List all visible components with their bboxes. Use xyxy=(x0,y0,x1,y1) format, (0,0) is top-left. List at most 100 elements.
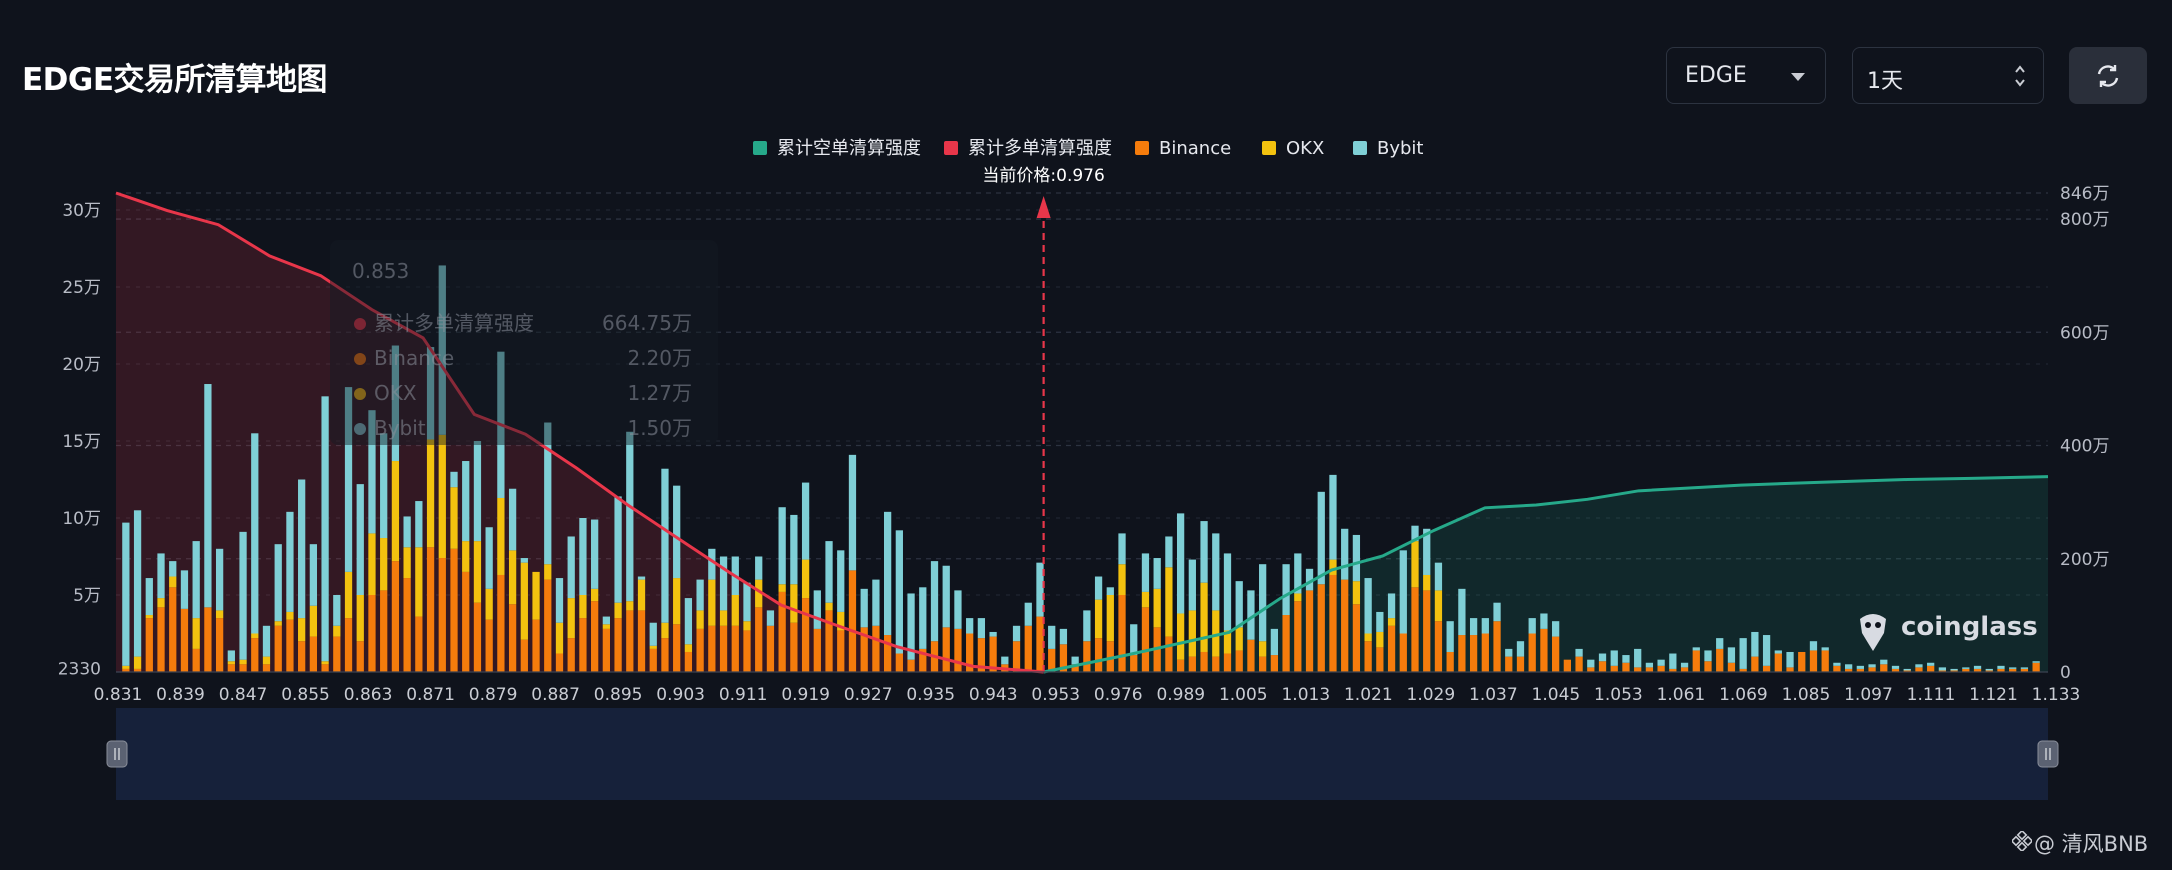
bar-binance xyxy=(1341,579,1349,672)
bar-binance xyxy=(415,616,423,672)
tooltip-dot xyxy=(354,388,366,400)
x-tick-label: 0.847 xyxy=(219,685,268,705)
bar-binance xyxy=(614,618,622,672)
bar-binance xyxy=(1505,656,1513,672)
x-tick-label: 1.029 xyxy=(1407,685,1456,705)
bar-bybit xyxy=(1973,665,1982,669)
x-tick-label: 0.831 xyxy=(94,685,143,705)
bar-okx xyxy=(239,659,247,665)
bar-bybit xyxy=(1434,562,1443,591)
bar-bybit xyxy=(1762,635,1771,666)
bar-bybit xyxy=(1329,474,1337,560)
bar-okx xyxy=(1329,559,1337,575)
bar-bybit xyxy=(1458,588,1466,636)
y-left-tick-label: 25万 xyxy=(62,278,101,298)
bar-binance xyxy=(719,625,728,672)
legend-label: 累计多单清算强度 xyxy=(968,138,1112,159)
bar-okx xyxy=(215,610,224,619)
scroller-handle-right xyxy=(2037,740,2059,768)
bar-binance xyxy=(1411,587,1419,672)
bar-binance xyxy=(1235,650,1243,672)
bar-okx xyxy=(661,622,669,639)
bar-bybit xyxy=(1083,610,1091,642)
bar-binance xyxy=(1012,641,1021,672)
bar-bybit xyxy=(1469,618,1478,636)
x-tick-label: 0.911 xyxy=(719,685,768,705)
bar-bybit xyxy=(1774,650,1782,654)
bar-bybit xyxy=(1141,553,1150,592)
bar-bybit xyxy=(1259,564,1267,642)
tooltip-row-value: 2.20万 xyxy=(627,346,692,370)
bar-binance xyxy=(391,561,400,672)
bar-bybit xyxy=(180,570,189,609)
bar-binance xyxy=(1880,664,1888,672)
bar-bybit xyxy=(145,578,153,616)
bar-binance xyxy=(532,619,540,672)
bar-binance xyxy=(813,628,821,672)
bar-okx xyxy=(1141,591,1150,608)
tooltip-row-value: 1.50万 xyxy=(627,416,692,440)
x-tick-label: 1.085 xyxy=(1782,685,1831,705)
bar-okx xyxy=(719,610,728,626)
bar-binance xyxy=(450,548,458,672)
y-right-tick-label: 400万 xyxy=(2060,437,2109,457)
bar-bybit xyxy=(755,556,763,580)
bar-bybit xyxy=(1528,618,1536,634)
bar-okx xyxy=(462,541,470,572)
bar-okx xyxy=(286,611,294,620)
liquidation-chart[interactable]: 当前价格:0.976 2330 5万 10万 15万 20万 25万 30万 0 200万 400… xyxy=(0,0,2172,870)
bar-bybit xyxy=(309,544,318,606)
bar-binance xyxy=(1540,628,1548,672)
bar-bybit xyxy=(1106,587,1114,595)
bar-okx xyxy=(473,541,482,603)
bar-binance xyxy=(1352,604,1361,672)
bar-okx xyxy=(508,550,517,605)
bar-binance xyxy=(462,571,470,672)
range-scroller[interactable] xyxy=(106,708,2059,800)
bar-binance xyxy=(169,587,177,672)
tooltip-row-label: 累计多单清算强度 xyxy=(374,311,534,335)
y-left-tick-label: 5万 xyxy=(73,586,101,606)
bar-bybit xyxy=(1704,650,1712,662)
bar-bybit xyxy=(2032,661,2040,663)
bar-binance xyxy=(731,625,739,672)
legend-label: Binance xyxy=(1159,138,1231,159)
bar-bybit xyxy=(1669,653,1677,669)
x-tick-label: 0.855 xyxy=(281,685,330,705)
bar-bybit xyxy=(790,514,798,585)
bar-bybit xyxy=(192,541,200,619)
bar-bybit xyxy=(1657,659,1665,666)
bar-bybit xyxy=(1610,650,1618,666)
bar-bybit xyxy=(2009,667,2017,669)
bar-binance xyxy=(755,607,763,672)
bar-okx xyxy=(626,601,634,611)
bar-binance xyxy=(1094,638,1103,672)
bar-bybit xyxy=(1622,655,1630,663)
bar-bybit xyxy=(1727,647,1736,663)
bar-bybit xyxy=(1493,602,1501,622)
bar-bybit xyxy=(1200,521,1208,583)
bar-okx xyxy=(1352,581,1361,605)
bar-binance xyxy=(790,622,798,672)
bar-binance xyxy=(1294,601,1302,672)
bar-binance xyxy=(1587,667,1595,672)
legend[interactable]: 累计空单清算强度 累计多单清算强度 Binance OKX Bybit xyxy=(753,138,1424,159)
bar-binance xyxy=(298,641,306,672)
bar-bybit xyxy=(169,561,177,577)
bar-binance xyxy=(579,618,587,672)
bar-binance xyxy=(1118,595,1126,672)
bar-bybit xyxy=(1880,659,1888,665)
bar-bybit xyxy=(1012,625,1021,642)
y-left-tick-label: 30万 xyxy=(62,201,101,221)
bar-binance xyxy=(555,653,564,672)
bar-okx xyxy=(1153,588,1161,628)
x-tick-label: 0.943 xyxy=(969,685,1018,705)
bar-okx xyxy=(298,618,306,642)
bar-bybit xyxy=(239,531,247,660)
legend-swatch xyxy=(753,141,767,155)
bar-binance xyxy=(192,648,200,672)
bar-binance xyxy=(1247,639,1255,672)
x-tick-label: 1.069 xyxy=(1719,685,1768,705)
bar-bybit xyxy=(684,598,693,645)
x-tick-label: 0.871 xyxy=(406,685,455,705)
